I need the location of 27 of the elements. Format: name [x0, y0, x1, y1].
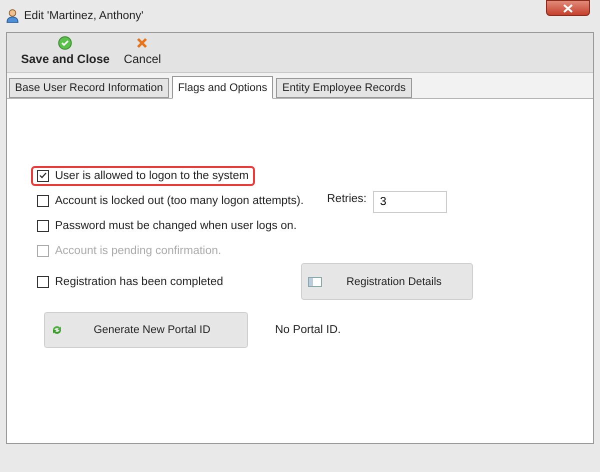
check-icon: [58, 36, 72, 50]
checkbox[interactable]: [37, 276, 49, 288]
checkbox[interactable]: [37, 220, 49, 232]
user-icon: [6, 9, 19, 23]
generate-portal-id-button[interactable]: Generate New Portal ID: [44, 312, 248, 348]
portal-status: No Portal ID.: [275, 324, 341, 336]
checkbox-label: Password must be changed when user logs on.: [55, 220, 297, 232]
tab[interactable]: Base User Record Information: [9, 78, 169, 98]
refresh-icon: [51, 324, 63, 336]
checkbox-label: Account is pending confirmation.: [55, 244, 222, 256]
window-title: Edit 'Martinez, Anthony': [24, 10, 144, 22]
checkbox-label: User is allowed to logon to the system: [55, 170, 249, 182]
cross-icon: [135, 36, 150, 50]
checkbox[interactable]: [37, 170, 49, 182]
registration-details-button[interactable]: Registration Details: [301, 263, 473, 300]
field-label: Retries:: [327, 192, 368, 204]
window-icon: [308, 276, 322, 286]
checkbox[interactable]: [37, 194, 49, 206]
cancel-button[interactable]: Cancel: [124, 36, 162, 72]
tab[interactable]: Entity Employee Records: [276, 78, 412, 98]
save-and-close-button[interactable]: Save and Close: [21, 36, 110, 72]
close-button[interactable]: [546, 0, 590, 16]
retries-field[interactable]: 3: [373, 191, 447, 213]
tab[interactable]: Flags and Options: [172, 76, 274, 99]
close-icon: [563, 4, 573, 12]
checkbox-label: Registration has been completed: [55, 276, 224, 288]
checkbox-label: Account is locked out (too many logon attempts).: [55, 194, 304, 206]
